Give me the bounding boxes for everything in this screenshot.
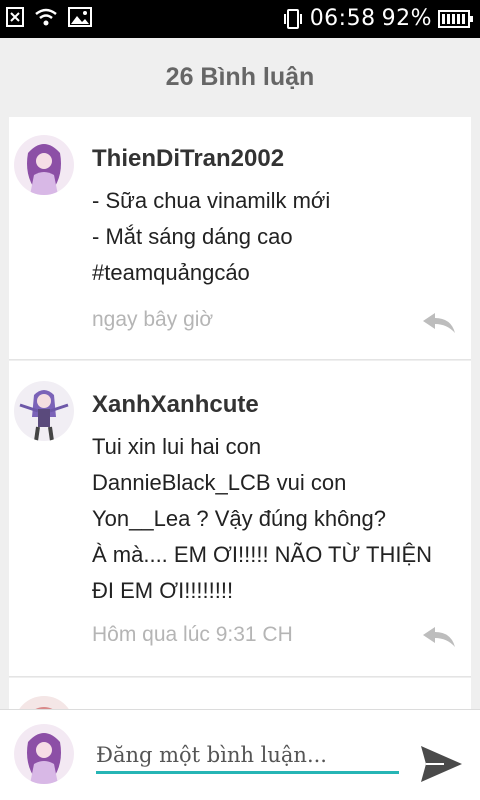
comment-list[interactable]: ThienDiTran2002 - Sữa chua vinamilk mới … — [9, 117, 471, 709]
comments-header: 26 Bình luận — [0, 38, 480, 116]
battery-percent: 92% — [381, 6, 432, 31]
close-box-icon — [6, 7, 24, 27]
battery-icon — [438, 9, 473, 28]
comment-input[interactable] — [96, 738, 399, 774]
user-avatar[interactable] — [14, 724, 74, 784]
image-icon — [68, 7, 92, 27]
comment-item[interactable] — [9, 678, 471, 709]
wifi-icon — [35, 8, 57, 26]
comment-time: ngay bây giờ — [92, 308, 214, 331]
comment-input-bar — [0, 709, 480, 800]
vibrate-icon — [283, 8, 302, 29]
comment-line: DannieBlack_LCB vui con — [92, 470, 347, 495]
avatar[interactable] — [14, 696, 74, 709]
avatar[interactable] — [14, 135, 74, 195]
page-title: 26 Bình luận — [165, 62, 315, 91]
comment-line: À mà.... EM ƠI!!!!! NÃO TỪ THIỆN — [92, 542, 433, 567]
comment-item[interactable]: XanhXanhcute Tui xin lui hai con DannieB… — [9, 361, 471, 677]
comment-author[interactable]: ThienDiTran2002 — [92, 145, 284, 173]
comment-line: - Sữa chua vinamilk mới — [92, 188, 331, 213]
comment-line: #teamquảngcáo — [92, 260, 250, 285]
comment-item[interactable]: ThienDiTran2002 - Sữa chua vinamilk mới … — [9, 117, 471, 360]
reply-icon[interactable] — [421, 625, 457, 649]
status-time: 06:58 — [309, 6, 376, 31]
reply-icon[interactable] — [421, 311, 457, 335]
comment-line: ĐI EM ƠI!!!!!!!! — [92, 578, 234, 603]
comment-time: Hôm qua lúc 9:31 CH — [92, 623, 293, 646]
status-bar: 06:58 92% — [0, 0, 480, 38]
comment-line: Yon__Lea ? Vậy đúng không? — [92, 506, 387, 531]
avatar[interactable] — [14, 381, 74, 441]
comment-line: - Mắt sáng dáng cao — [92, 224, 293, 249]
comment-author[interactable]: XanhXanhcute — [92, 391, 259, 419]
comment-body: Tui xin lui hai con DannieBlack_LCB vui … — [92, 429, 432, 609]
send-icon[interactable] — [418, 743, 464, 785]
comment-line: Tui xin lui hai con — [92, 434, 262, 459]
comment-body: - Sữa chua vinamilk mới - Mắt sáng dáng … — [92, 183, 330, 291]
